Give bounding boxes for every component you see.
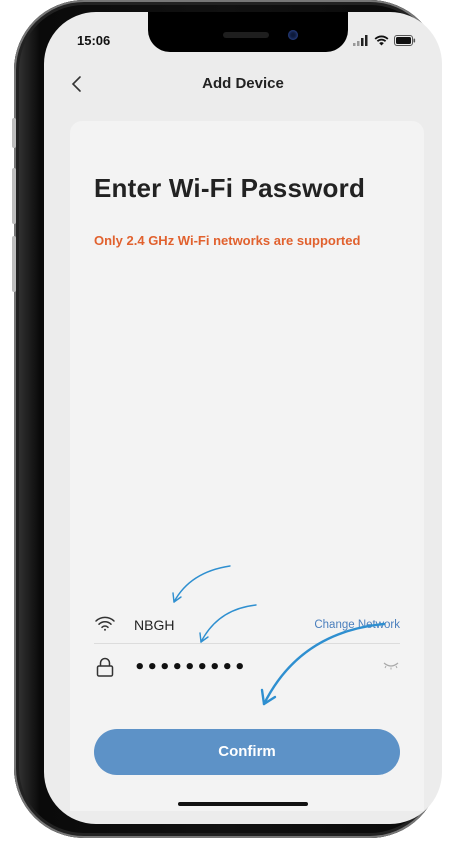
front-camera bbox=[288, 30, 298, 40]
password-card: Enter Wi-Fi Password Only 2.4 GHz Wi-Fi … bbox=[70, 121, 424, 811]
mute-switch bbox=[12, 118, 16, 148]
status-time: 15:06 bbox=[77, 33, 111, 48]
page-title: Add Device bbox=[202, 75, 284, 92]
signal-icon bbox=[353, 35, 368, 46]
nav-bar: Add Device bbox=[44, 64, 442, 104]
change-network-link[interactable]: Change Network bbox=[314, 619, 400, 631]
lock-icon bbox=[96, 657, 114, 677]
volume-down-button bbox=[12, 236, 16, 292]
wifi-icon bbox=[95, 616, 115, 631]
phone-frame: 15:06 Add Device Enter Wi-Fi Password On… bbox=[12, 0, 442, 838]
network-ssid: NBGH bbox=[134, 617, 175, 633]
status-icons bbox=[353, 35, 416, 46]
confirm-button[interactable]: Confirm bbox=[94, 729, 400, 775]
home-indicator bbox=[178, 802, 308, 806]
password-input[interactable] bbox=[132, 653, 356, 681]
eye-closed-icon[interactable] bbox=[382, 661, 400, 671]
battery-icon bbox=[394, 35, 416, 46]
status-wifi-icon bbox=[374, 35, 389, 46]
frequency-warning: Only 2.4 GHz Wi-Fi networks are supporte… bbox=[94, 233, 361, 248]
screen: 15:06 Add Device Enter Wi-Fi Password On… bbox=[44, 12, 442, 824]
volume-up-button bbox=[12, 168, 16, 224]
card-heading: Enter Wi-Fi Password bbox=[94, 173, 366, 203]
password-row bbox=[94, 645, 400, 685]
speaker bbox=[223, 32, 269, 38]
notch bbox=[148, 12, 348, 52]
network-row: NBGH Change Network bbox=[94, 605, 400, 644]
